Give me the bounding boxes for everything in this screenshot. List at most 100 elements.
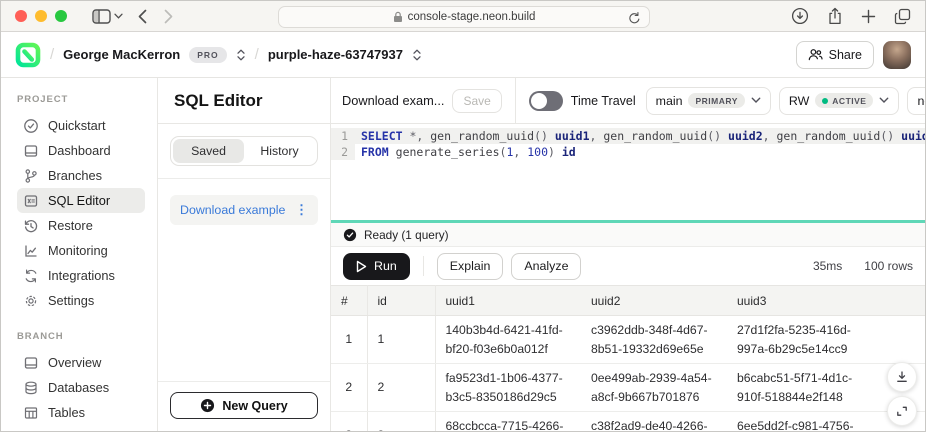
gear-icon [23, 293, 39, 309]
save-button[interactable]: Save [452, 89, 501, 113]
sidebar-item-restore[interactable]: Restore [17, 213, 145, 238]
saved-query-item[interactable]: Download example ⋮ [170, 195, 318, 225]
browser-toolbar: console-stage.neon.build [1, 1, 925, 32]
column-header-uuid2[interactable]: uuid2 [581, 286, 727, 316]
downloads-icon[interactable] [791, 7, 809, 25]
people-icon [808, 48, 823, 61]
line-number: 1 [331, 128, 355, 144]
sidebar-chevron-down-icon[interactable] [114, 13, 123, 19]
neon-logo[interactable] [15, 42, 41, 68]
org-switcher-chevron-icon[interactable] [236, 48, 246, 62]
status-text: Ready (1 query) [364, 228, 449, 242]
sidebar-item-dashboard[interactable]: Dashboard [17, 138, 145, 163]
expand-results-button[interactable] [887, 396, 917, 426]
query-title: Download exam... [342, 93, 444, 108]
new-query-button[interactable]: New Query [170, 392, 318, 419]
sidebar-item-branches[interactable]: Branches [17, 163, 145, 188]
column-header-index[interactable]: # [331, 286, 367, 316]
browser-window: console-stage.neon.build [0, 0, 926, 432]
breadcrumb-divider: / [255, 46, 259, 63]
chevron-down-icon [879, 97, 889, 104]
column-header-uuid3[interactable]: uuid3 [727, 286, 873, 316]
table-row[interactable]: 2 2 fa9523d1-1b06-4377-b3c5-8350186d29c5… [331, 364, 925, 412]
sidebar-item-quickstart[interactable]: Quickstart [17, 113, 145, 138]
org-name[interactable]: George MacKerron [63, 47, 180, 62]
code-line-2[interactable]: 2 FROM generate_series(1, 100) id [331, 144, 925, 160]
user-avatar[interactable] [883, 41, 911, 69]
download-results-button[interactable] [887, 362, 917, 392]
project-switcher-chevron-icon[interactable] [412, 48, 422, 62]
back-button[interactable] [138, 9, 147, 24]
column-header-id[interactable]: id [367, 286, 435, 316]
query-actions: Run Explain Analyze 35ms 100 rows [331, 247, 925, 285]
browser-actions [791, 7, 911, 25]
sidebar-section-project: PROJECT [17, 94, 157, 105]
explain-button[interactable]: Explain [437, 253, 504, 280]
chart-icon [23, 243, 39, 259]
time-travel-label: Time Travel [571, 94, 636, 108]
close-window-button[interactable] [15, 10, 27, 22]
new-tab-icon[interactable] [861, 9, 876, 24]
sidebar-item-sql-editor[interactable]: SQL Editor [17, 188, 145, 213]
url-text: console-stage.neon.build [408, 11, 536, 23]
sidebar-item-integrations[interactable]: Integrations [17, 263, 145, 288]
sync-icon [23, 268, 39, 284]
active-badge: ACTIVE [815, 93, 873, 108]
sidebar: PROJECT Quickstart Dashboard Branches SQ… [1, 78, 158, 431]
sidebar-item-monitoring[interactable]: Monitoring [17, 238, 145, 263]
page-title: SQL Editor [174, 91, 262, 111]
queries-panel: SQL Editor Saved History Download exampl… [158, 78, 331, 431]
column-header-filler [873, 286, 925, 316]
status-dot [822, 98, 828, 104]
refresh-icon[interactable] [628, 11, 641, 25]
git-branch-icon [23, 168, 39, 184]
table-icon [23, 405, 39, 421]
tab-overview-icon[interactable] [894, 8, 911, 25]
traffic-lights [15, 10, 67, 22]
history-clock-icon [23, 218, 39, 234]
tab-saved[interactable]: Saved [173, 139, 244, 163]
plan-badge: PRO [189, 47, 226, 63]
ready-check-icon [343, 228, 357, 242]
table-row[interactable]: 3 3 68ccbcca-7715-4266-b6c5-9f7a14ea6e5e… [331, 412, 925, 432]
results-table: # id uuid1 uuid2 uuid3 1 1 140b3b4d-6421… [331, 285, 925, 431]
window-icon [23, 143, 39, 159]
minimize-window-button[interactable] [35, 10, 47, 22]
chevron-down-icon [751, 97, 761, 104]
sidebar-item-settings[interactable]: Settings [17, 288, 145, 313]
sidebar-item-tables[interactable]: Tables [17, 400, 145, 425]
person-icon [23, 430, 39, 432]
row-count: 100 rows [864, 259, 913, 273]
analyze-button[interactable]: Analyze [511, 253, 581, 280]
results-header-row: # id uuid1 uuid2 uuid3 [331, 286, 925, 316]
table-row[interactable]: 1 1 140b3b4d-6421-41fd-bf20-f03e6b0a012f… [331, 316, 925, 364]
sidebar-item-roles[interactable]: Roles [17, 425, 145, 431]
query-status-bar: Ready (1 query) [331, 223, 925, 247]
code-line-1[interactable]: 1 SELECT *, gen_random_uuid() uuid1, gen… [331, 128, 925, 144]
address-bar[interactable]: console-stage.neon.build [278, 6, 650, 28]
share-button[interactable]: Share [796, 41, 874, 69]
browser-sidebar-icon[interactable] [92, 9, 111, 24]
sidebar-item-databases[interactable]: Databases [17, 375, 145, 400]
saved-history-tabs: Saved History [170, 136, 318, 166]
branch-select[interactable]: main PRIMARY [646, 87, 771, 115]
time-travel-toggle[interactable] [529, 91, 563, 111]
sidebar-item-overview[interactable]: Overview [17, 350, 145, 375]
forward-button[interactable] [164, 9, 173, 24]
project-name[interactable]: purple-haze-63747937 [268, 47, 403, 62]
window-icon [23, 355, 39, 371]
sql-editor-panel: Download exam... Save Time Travel main P… [331, 78, 925, 431]
zoom-window-button[interactable] [55, 10, 67, 22]
tab-history[interactable]: History [244, 139, 315, 163]
column-header-uuid1[interactable]: uuid1 [435, 286, 581, 316]
query-duration: 35ms [813, 259, 842, 273]
code-editor[interactable]: 1 SELECT *, gen_random_uuid() uuid1, gen… [331, 124, 925, 220]
run-button[interactable]: Run [343, 253, 410, 280]
share-page-icon[interactable] [827, 7, 843, 25]
database-select[interactable]: neondb [907, 87, 925, 115]
check-circle-icon [23, 118, 39, 134]
kebab-menu-icon[interactable]: ⋮ [295, 202, 308, 218]
compute-select[interactable]: RW ACTIVE [779, 87, 900, 115]
app-header: / George MacKerron PRO / purple-haze-637… [1, 32, 925, 78]
plus-circle-icon [200, 398, 215, 413]
